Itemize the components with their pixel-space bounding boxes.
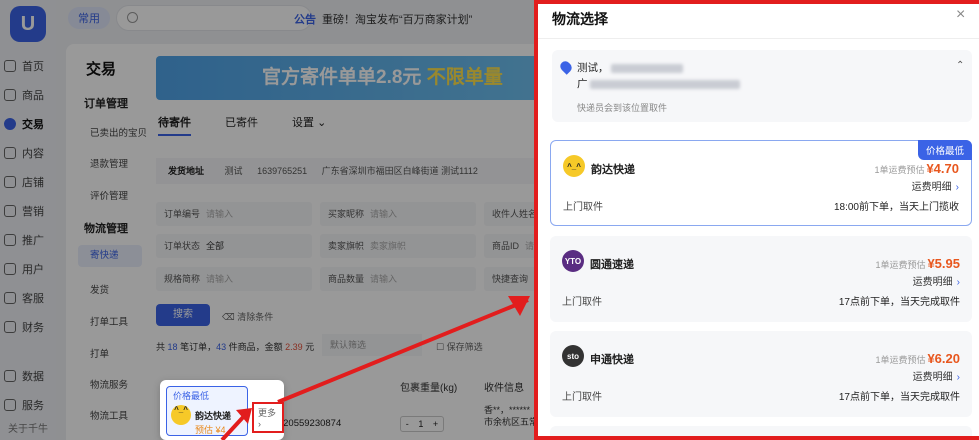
close-icon[interactable]: × [956,6,965,24]
pickup-address-card[interactable]: 测试， 广 快递员会到该位置取件 ⌃ [552,50,972,122]
logistics-drawer: 物流选择 × 测试， 广 快递员会到该位置取件 ⌃ 价格最低 韵达快递 1单运费… [538,0,979,440]
sto-logo-icon: sto [562,345,584,367]
modal-backdrop[interactable] [0,0,537,440]
redacted-address [590,79,741,89]
carrier-option-yunda[interactable]: 价格最低 韵达快递 预估 ¥4 [166,386,248,436]
divider [538,38,979,39]
carrier-card-sto[interactable]: sto 申通快递 1单运费预估 ¥6.20 运费明细 › 上门取件 17点前下单，当… [550,331,972,417]
yunda-logo-icon [171,405,191,425]
lowest-price-badge: 价格最低 [917,140,972,160]
yunda-logo-icon [563,155,585,177]
drawer-title: 物流选择 [552,11,608,27]
chevron-right-icon: › [955,182,959,193]
more-carriers-button[interactable]: 更多 › [252,402,284,433]
carrier-card-yto[interactable]: YTO 圆通速递 1单运费预估 ¥5.95 运费明细 › 上门取件 17点前下单，当… [550,236,972,322]
fee-detail-link[interactable]: 运费明细 › [913,368,960,383]
fee-detail-link[interactable]: 运费明细 › [913,273,960,288]
fee-detail-link[interactable]: 运费明细 › [912,178,959,193]
chevron-right-icon: › [956,372,960,383]
carrier-popup: 价格最低 韵达快递 预估 ¥4 更多 › [160,380,284,440]
chevron-right-icon: › [956,277,960,288]
chevron-up-icon[interactable]: ⌃ [956,60,964,71]
location-pin-icon [558,59,574,75]
carrier-card-yunda[interactable]: 价格最低 韵达快递 1单运费预估¥4.70 运费明细› 上门取件 18:00前下… [550,140,972,226]
yto-logo-icon: YTO [562,250,584,272]
redacted-phone [611,63,684,73]
carrier-card-next[interactable] [550,426,972,440]
